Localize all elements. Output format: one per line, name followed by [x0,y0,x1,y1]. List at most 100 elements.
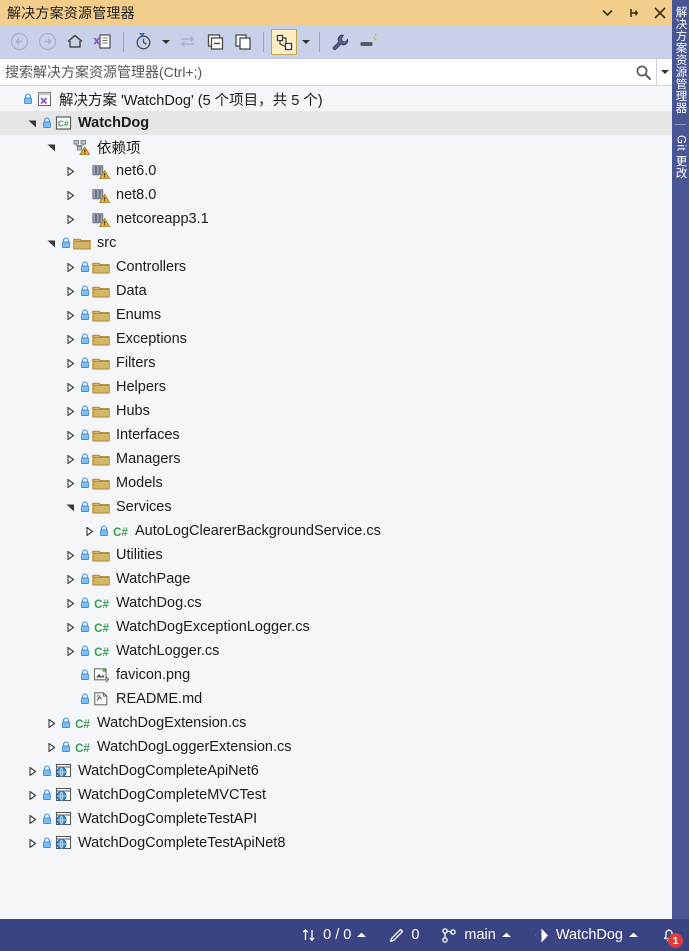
tree-item[interactable]: WatchDogCompleteApiNet6 [0,759,672,783]
chevron-down-icon[interactable] [600,4,615,22]
chevron-collapsed-icon[interactable] [62,255,78,279]
code-map-icon[interactable] [271,28,297,55]
solution-tree-panel[interactable]: 解决方案 'WatchDog' (5 个项目，共 5 个) C# WatchDog 依… [0,86,672,919]
home-icon[interactable] [62,29,88,55]
show-all-files-icon[interactable] [230,29,256,55]
chevron-collapsed-icon[interactable] [62,159,78,183]
wrench-icon[interactable] [327,29,353,55]
tree-item[interactable]: 依赖项 [0,135,672,159]
tree-item[interactable]: C# WatchDogExtension.cs [0,711,672,735]
collapse-all-icon[interactable] [202,29,228,55]
tree-item[interactable]: Utilities [0,543,672,567]
tree-item[interactable]: Helpers [0,375,672,399]
tree-item[interactable]: Services [0,495,672,519]
code-map-dropdown-caret-icon[interactable] [299,29,312,55]
tree-item[interactable]: Controllers [0,255,672,279]
tree-item[interactable]: C# WatchDog [0,111,672,135]
chevron-collapsed-icon[interactable] [62,327,78,351]
tree-item[interactable]: Hubs [0,399,672,423]
svg-text:C#: C# [113,527,128,539]
lock-icon [21,87,34,111]
tree-item[interactable]: WatchPage [0,567,672,591]
chevron-collapsed-icon[interactable] [62,423,78,447]
status-sync[interactable]: 0 / 0 [290,919,377,951]
tree-item[interactable]: Filters [0,351,672,375]
chevron-collapsed-icon[interactable] [62,183,78,207]
tree-item[interactable]: favicon.png [0,663,672,687]
tree-item[interactable]: src [0,231,672,255]
sync-arrows-icon[interactable] [174,29,200,55]
chevron-collapsed-icon[interactable] [24,783,40,807]
chevron-expanded-icon[interactable] [43,135,59,159]
clock-dropdown-caret-icon[interactable] [159,29,172,55]
chevron-collapsed-icon[interactable] [43,735,59,759]
status-notifications[interactable]: 1 [649,919,689,951]
arrow-back-icon[interactable] [6,29,32,55]
tree-item[interactable]: Enums [0,303,672,327]
tree-item[interactable]: Data [0,279,672,303]
tree-item-label: WatchDog.cs [116,595,202,611]
tree-item[interactable]: C# WatchDogExceptionLogger.cs [0,615,672,639]
tree-item[interactable]: Interfaces [0,423,672,447]
search-input[interactable] [0,64,630,80]
toolbar-separator [123,31,124,52]
chevron-collapsed-icon[interactable] [62,351,78,375]
chevron-collapsed-icon[interactable] [62,447,78,471]
tree-item[interactable]: net6.0 [0,159,672,183]
tree-item[interactable]: C# WatchDogLoggerExtension.cs [0,735,672,759]
search-options-caret-icon[interactable] [656,59,672,85]
chevron-collapsed-icon[interactable] [24,807,40,831]
chevron-collapsed-icon[interactable] [24,759,40,783]
tree-item[interactable]: Exceptions [0,327,672,351]
tree-item[interactable]: C# WatchDog.cs [0,591,672,615]
tree-item[interactable]: C# WatchLogger.cs [0,639,672,663]
chevron-expanded-icon[interactable] [24,111,40,135]
tree-item[interactable]: net8.0 [0,183,672,207]
chevron-collapsed-icon[interactable] [62,567,78,591]
pin-icon[interactable] [626,4,641,22]
folder-icon [91,423,111,447]
sidebar-item-solution-explorer[interactable]: 解决方案资源管理器 [673,0,689,120]
magnifier-icon[interactable] [630,59,656,85]
arrow-forward-icon[interactable] [34,29,60,55]
close-icon[interactable] [652,4,667,22]
solution-explorer-icon[interactable] [90,29,116,55]
clock-icon[interactable] [131,29,157,55]
tree-item[interactable]: Managers [0,447,672,471]
chevron-expanded-icon[interactable] [43,231,59,255]
chevron-expanded-icon[interactable] [62,495,78,519]
status-pending-changes[interactable]: 0 [377,919,430,951]
chevron-collapsed-icon[interactable] [62,471,78,495]
twisty-placeholder [62,663,78,687]
tree-item[interactable]: README.md [0,687,672,711]
tree-item[interactable]: WatchDogCompleteMVCTest [0,783,672,807]
chevron-collapsed-icon[interactable] [62,303,78,327]
tree-item[interactable]: WatchDogCompleteTestAPI [0,807,672,831]
lock-icon [78,375,91,399]
chevron-collapsed-icon[interactable] [62,591,78,615]
chevron-collapsed-icon[interactable] [62,639,78,663]
lock-icon [59,735,72,759]
chevron-collapsed-icon[interactable] [62,615,78,639]
chevron-collapsed-icon[interactable] [43,711,59,735]
chevron-collapsed-icon[interactable] [81,519,97,543]
tree-item[interactable]: WatchDogCompleteTestApiNet8 [0,831,672,855]
chevron-collapsed-icon[interactable] [24,831,40,855]
chevron-collapsed-icon[interactable] [62,279,78,303]
tree-item[interactable]: 解决方案 'WatchDog' (5 个项目，共 5 个) [0,87,672,111]
preview-icon[interactable] [355,29,381,55]
tree-item[interactable]: C# AutoLogClearerBackgroundService.cs [0,519,672,543]
tree-item-label: Services [116,499,172,515]
chevron-collapsed-icon[interactable] [62,399,78,423]
status-branch[interactable]: main [430,919,521,951]
sidebar-item-git-changes[interactable]: Git 更改 [673,129,689,185]
tree-item[interactable]: netcoreapp3.1 [0,207,672,231]
status-repository[interactable]: WatchDog [522,919,649,951]
tree-item-label: WatchDogCompleteApiNet6 [78,763,259,779]
chevron-collapsed-icon[interactable] [62,375,78,399]
tree-item[interactable]: Models [0,471,672,495]
chevron-collapsed-icon[interactable] [62,207,78,231]
chevron-collapsed-icon[interactable] [62,543,78,567]
web-project-icon [53,807,73,831]
notification-badge: 1 [668,933,683,948]
